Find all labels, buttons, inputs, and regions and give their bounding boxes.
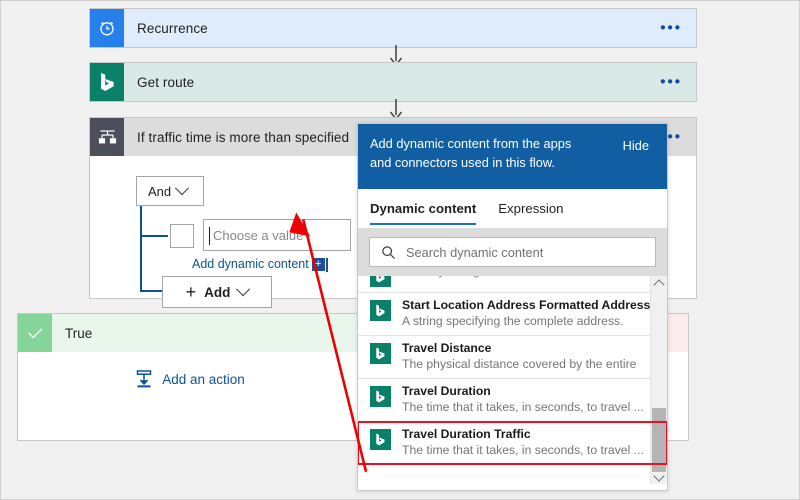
- list-item[interactable]: Country or region name of an address.: [358, 276, 667, 293]
- clock-icon: [90, 9, 124, 47]
- condition-icon: [90, 118, 124, 156]
- bing-maps-icon: [370, 386, 391, 407]
- plus-icon: +: [185, 282, 197, 302]
- bing-maps-icon: [370, 429, 391, 450]
- text-caret: [209, 227, 210, 245]
- branch-true[interactable]: True Add an action: [17, 313, 363, 441]
- add-condition-label: Add: [204, 284, 231, 300]
- chevron-down-icon: [175, 181, 190, 196]
- list-item-description: The time that it takes, in seconds, to t…: [402, 443, 644, 457]
- list-item-text: Travel Duration Traffic The time that it…: [402, 426, 644, 459]
- tab-dynamic-content[interactable]: Dynamic content: [370, 189, 477, 228]
- bing-maps-icon: [370, 276, 391, 287]
- list-item-name: Travel Duration: [402, 384, 491, 398]
- branch-true-header: True: [18, 314, 362, 352]
- list-item-name: Start Location Address Formatted Address: [402, 298, 651, 312]
- list-item[interactable]: Travel Duration The time that it takes, …: [358, 379, 667, 422]
- list-item[interactable]: Start Location Address Formatted Address…: [358, 293, 667, 336]
- dynamic-content-panel: Add dynamic content from the apps and co…: [357, 123, 668, 491]
- list-item-text: Travel Distance The physical distance co…: [402, 340, 636, 373]
- list-item-name: Travel Duration Traffic: [402, 427, 531, 441]
- dynamic-content-tabs: Dynamic content Expression: [358, 189, 667, 228]
- condition-title: If traffic time is more than specified: [137, 129, 350, 145]
- add-dynamic-content-label: Add dynamic content: [192, 257, 309, 271]
- flow-designer-canvas: Recurrence ••• Get route ••• If traffic …: [1, 1, 799, 499]
- condition-tree-line: [140, 235, 168, 237]
- add-dynamic-content-link[interactable]: Add dynamic content +: [192, 257, 328, 272]
- caret-bar-icon: [325, 257, 328, 272]
- flow-step-title: Get route: [137, 74, 195, 90]
- bing-maps-icon: [370, 343, 391, 364]
- add-an-action-button[interactable]: Add an action: [18, 369, 362, 389]
- chevron-up-icon[interactable]: [651, 276, 667, 293]
- add-action-icon: [135, 369, 153, 389]
- choose-a-value-input[interactable]: Choose a value: [203, 219, 351, 251]
- tab-expression[interactable]: Expression: [498, 189, 563, 228]
- list-item[interactable]: Travel Distance The physical distance co…: [358, 336, 667, 379]
- list-item-travel-duration-traffic[interactable]: Travel Duration Traffic The time that it…: [358, 421, 667, 465]
- condition-tree-line: [140, 206, 142, 292]
- plus-icon[interactable]: +: [311, 258, 325, 272]
- list-item-text: Start Location Address Formatted Address…: [402, 297, 650, 330]
- dynamic-content-list[interactable]: Country or region name of an address. St…: [358, 276, 667, 484]
- hide-panel-link[interactable]: Hide: [623, 138, 649, 153]
- list-item-description: The physical distance covered by the ent…: [402, 357, 637, 371]
- add-condition-button[interactable]: + Add: [162, 276, 272, 308]
- chevron-down-icon[interactable]: [651, 467, 667, 484]
- search-dynamic-content-input[interactable]: Search dynamic content: [369, 237, 656, 267]
- dynamic-content-search-area: Search dynamic content: [358, 228, 667, 276]
- list-item-text: Travel Duration The time that it takes, …: [402, 383, 644, 416]
- list-item-name: Travel Distance: [402, 341, 492, 355]
- condition-tree-line: [140, 290, 164, 292]
- search-icon: [381, 245, 396, 260]
- chevron-down-icon: [236, 282, 251, 297]
- list-item-text: Country or region name of an address.: [402, 276, 611, 280]
- dynamic-content-banner: Add dynamic content from the apps and co…: [358, 124, 667, 189]
- dynamic-content-banner-text: Add dynamic content from the apps and co…: [370, 136, 572, 170]
- flow-step-get-route[interactable]: Get route •••: [89, 62, 697, 102]
- list-item-description: Country or region name of an address.: [402, 276, 611, 280]
- branch-true-label: True: [65, 325, 93, 341]
- condition-operator-label: And: [148, 183, 172, 199]
- add-an-action-label: Add an action: [162, 371, 245, 387]
- list-item-description: The time that it takes, in seconds, to t…: [402, 400, 644, 414]
- step-overflow-menu[interactable]: •••: [660, 75, 682, 90]
- condition-operator-dropdown[interactable]: And: [136, 176, 204, 206]
- bing-maps-icon: [370, 300, 391, 321]
- choose-a-value-placeholder: Choose a value: [213, 227, 304, 243]
- flow-step-title: Recurrence: [137, 20, 208, 36]
- bing-maps-icon: [90, 63, 124, 101]
- checkmark-icon: [18, 314, 52, 352]
- search-placeholder: Search dynamic content: [406, 244, 544, 260]
- condition-row-checkbox[interactable]: [170, 224, 194, 248]
- flow-step-recurrence[interactable]: Recurrence •••: [89, 8, 697, 48]
- list-item-description: A string specifying the complete address…: [402, 314, 624, 328]
- step-overflow-menu[interactable]: •••: [660, 21, 682, 36]
